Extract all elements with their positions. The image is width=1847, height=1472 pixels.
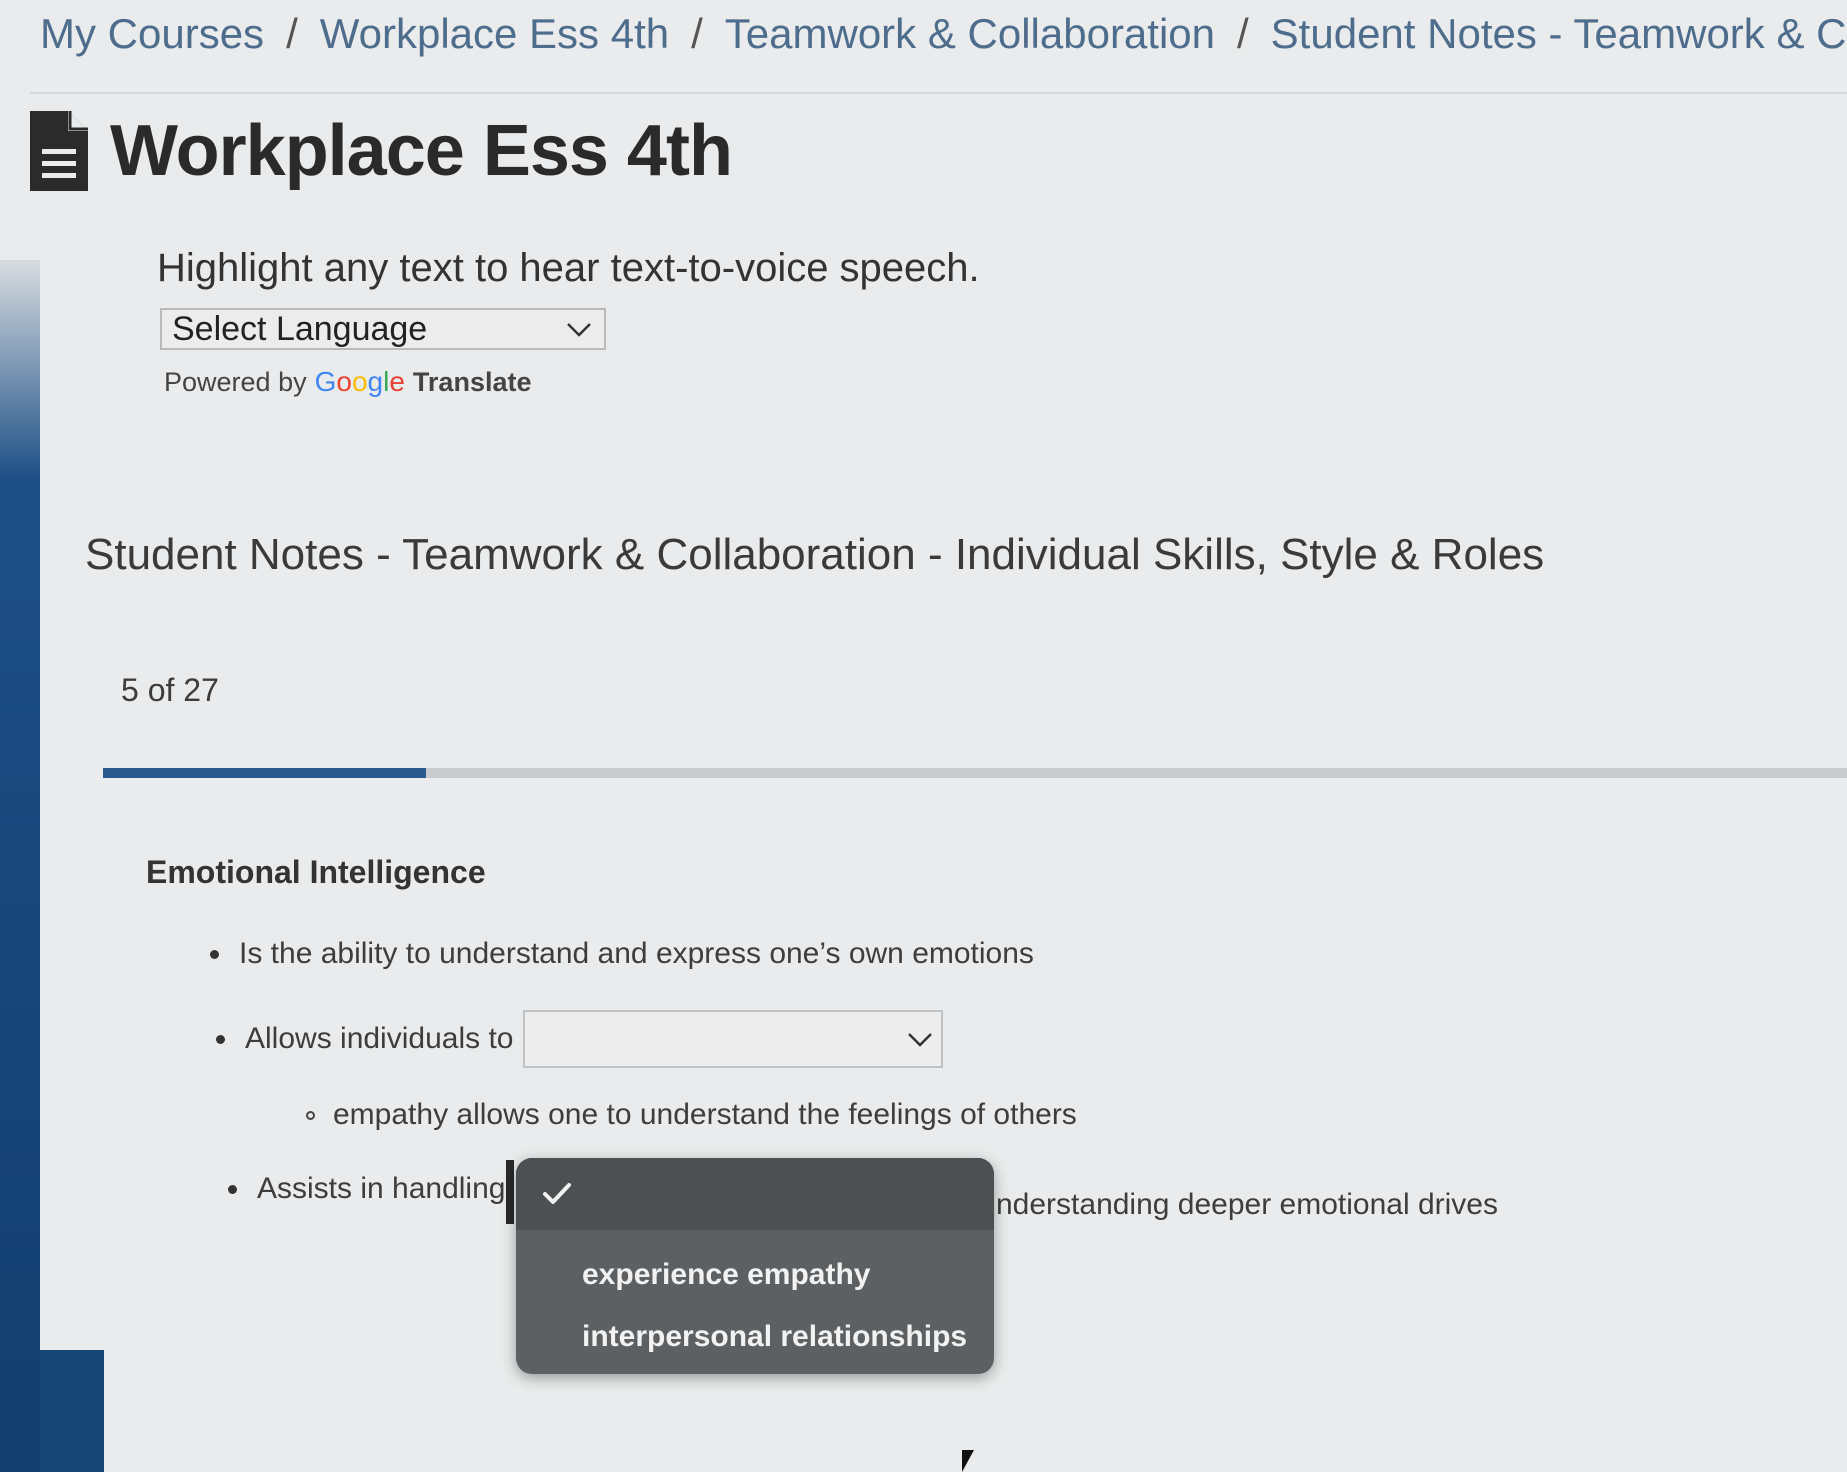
page-indicator: 5 of 27 — [121, 672, 219, 708]
mouse-cursor — [962, 1450, 974, 1472]
progress-bar — [103, 768, 1847, 778]
google-letter: e — [389, 366, 405, 397]
list-item: Is the ability to understand and express… — [210, 937, 1034, 971]
language-select[interactable]: Select Language — [160, 308, 606, 350]
chevron-down-icon — [567, 323, 591, 337]
left-rail-bottom — [40, 1350, 104, 1472]
list-item: Allows individuals to — [216, 1010, 944, 1068]
breadcrumb-separator: / — [286, 10, 298, 57]
breadcrumb-separator: / — [691, 10, 703, 57]
sub-bullet-icon — [306, 1110, 315, 1120]
left-rail — [0, 260, 40, 1472]
lesson-page: My Courses / Workplace Ess 4th / Teamwor… — [0, 0, 1847, 1472]
breadcrumb-unit[interactable]: Teamwork & Collaboration — [725, 10, 1215, 58]
google-letter: G — [314, 366, 337, 397]
breadcrumb-separator: / — [1237, 10, 1249, 57]
translate-link[interactable]: Translate — [413, 367, 532, 398]
course-header: Workplace Ess 4th — [30, 110, 733, 192]
google-letter: o — [351, 366, 368, 397]
google-letter: o — [336, 366, 352, 397]
section-heading: Emotional Intelligence — [146, 854, 486, 890]
language-select-label: Select Language — [172, 309, 428, 348]
progress-bar-fill — [103, 768, 426, 778]
dropdown-menu: experience empathy interpersonal relatio… — [516, 1158, 994, 1374]
powered-by-label: Powered by — [164, 367, 307, 397]
bullet-icon — [228, 1184, 237, 1194]
text-to-speech-hint: Highlight any text to hear text-to-voice… — [157, 246, 980, 290]
google-logo[interactable]: Google — [315, 366, 405, 398]
bullet-icon — [216, 1034, 225, 1044]
bullet-text: Allows individuals to — [245, 1022, 514, 1055]
bullet-icon — [210, 949, 219, 959]
powered-by-google-translate: Powered by Google Translate — [164, 366, 531, 398]
list-item: Assists in handling — [228, 1172, 505, 1206]
chevron-down-icon — [908, 1033, 933, 1047]
bullet-text: Is the ability to understand and express… — [239, 937, 1034, 970]
breadcrumb: My Courses / Workplace Ess 4th / Teamwor… — [40, 10, 1847, 58]
bullet-text-continued: nderstanding deeper emotional drives — [996, 1188, 1498, 1221]
sub-bullet-text: empathy allows one to understand the fee… — [333, 1098, 1077, 1131]
checkmark-icon — [543, 1183, 571, 1204]
header-divider — [30, 92, 1847, 94]
lesson-title: Student Notes - Teamwork & Collaboration… — [85, 530, 1545, 579]
dropdown-selected-option[interactable] — [516, 1158, 994, 1230]
bullet-text: Assists in handling — [257, 1172, 506, 1205]
google-letter: g — [367, 366, 384, 397]
breadcrumb-course[interactable]: Workplace Ess 4th — [320, 10, 669, 58]
dropdown-option-interpersonal-relationships[interactable]: interpersonal relationships — [582, 1320, 967, 1354]
breadcrumb-my-courses[interactable]: My Courses — [40, 10, 264, 58]
course-title: Workplace Ess 4th — [110, 111, 733, 191]
document-icon — [30, 111, 88, 191]
list-item: empathy allows one to understand the fee… — [306, 1098, 1077, 1132]
fill-in-blank-select-edge[interactable] — [506, 1160, 514, 1224]
fill-in-blank-select[interactable] — [523, 1010, 944, 1068]
breadcrumb-current-page[interactable]: Student Notes - Teamwork & Collabora — [1271, 10, 1847, 58]
dropdown-option-experience-empathy[interactable]: experience empathy — [582, 1258, 870, 1292]
